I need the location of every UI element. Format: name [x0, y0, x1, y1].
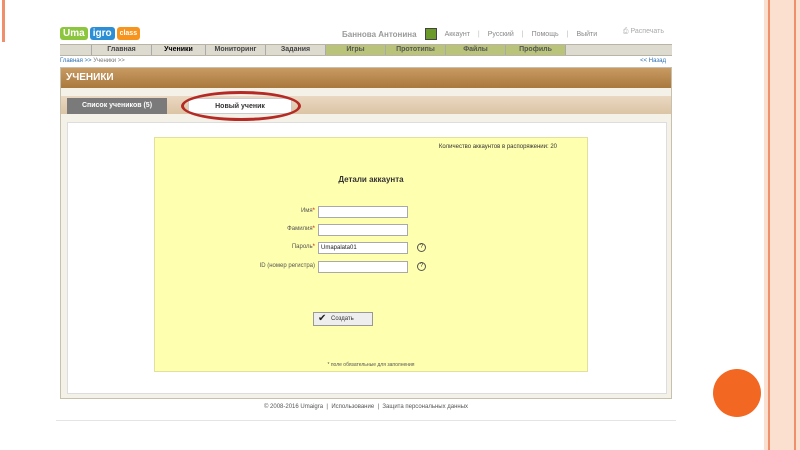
slide: Uma igro class Баннова Антонина Аккаунт … [0, 0, 800, 450]
deco-line [794, 0, 796, 450]
menu-item-monitoring[interactable]: Мониторинг [206, 45, 266, 55]
footer-link-privacy[interactable]: Защита персональных данных [382, 404, 468, 410]
tab-bar: Список учеников (5) Новый ученик [61, 91, 671, 121]
menu-item-tasks[interactable]: Задания [266, 45, 326, 55]
printer-icon: ⎙ [622, 28, 629, 35]
checkmark-icon: ✔ [318, 313, 327, 324]
divider [56, 420, 676, 421]
logo-part: class [116, 26, 141, 40]
menu-item-students[interactable]: Ученики [152, 45, 206, 55]
field-label: ID (номер регистра) [260, 263, 315, 269]
user-name: Баннова Антонина [342, 29, 417, 39]
slide-decoration-circle [713, 369, 761, 417]
page-title: УЧЕНИКИ [61, 68, 671, 88]
menu-item-home[interactable]: Главная [92, 45, 152, 55]
menu-item-profile[interactable]: Профиль [506, 45, 566, 55]
print-link[interactable]: ⎙ Распечать [623, 28, 664, 36]
create-button[interactable]: ✔ Создать [313, 312, 373, 326]
separator: | [566, 30, 569, 38]
top-bar: Uma igro class Баннова Антонина Аккаунт … [60, 26, 672, 44]
tab-content: Количество аккаунтов в распоряжении: 20 … [67, 122, 667, 394]
field-label: Пароль* [292, 244, 315, 250]
main-menu: Главная Ученики Мониторинг Задания Игры … [60, 44, 672, 56]
help-icon[interactable]: ? [417, 243, 426, 252]
id-input[interactable] [318, 261, 408, 273]
slide-decoration-right [764, 0, 800, 450]
back-link[interactable]: << Назад [640, 58, 666, 64]
language-link[interactable]: Русский [488, 31, 514, 38]
content-panel: УЧЕНИКИ Список учеников (5) Новый ученик… [60, 67, 672, 399]
account-link[interactable]: Аккаунт [445, 31, 470, 38]
account-form: Количество аккаунтов в распоряжении: 20 … [154, 137, 588, 372]
help-icon[interactable]: ? [417, 262, 426, 271]
menu-item-files[interactable]: Файлы [446, 45, 506, 55]
separator: | [521, 30, 524, 38]
required-note: * поле обязательные для заполнения [327, 362, 415, 368]
required-mark: * [312, 226, 315, 232]
logout-link[interactable]: Выйти [576, 31, 597, 38]
field-row-id: ID (номер регистра) ? [155, 261, 587, 273]
account-quota: Количество аккаунтов в распоряжении: 20 [438, 144, 557, 150]
help-link[interactable]: Помощь [532, 31, 559, 38]
label-text: Имя [300, 208, 313, 214]
menu-item-prototypes[interactable]: Прототипы [386, 45, 446, 55]
label-text: Пароль [291, 244, 313, 250]
copyright: © 2008-2016 Umaigra [263, 404, 324, 410]
breadcrumb-home[interactable]: Главная >> [60, 58, 92, 64]
create-label: Создать [331, 316, 354, 322]
form-title: Детали аккаунта [338, 175, 404, 184]
first-name-input[interactable] [318, 206, 408, 218]
separator: | [477, 30, 480, 38]
logo[interactable]: Uma igro class [60, 26, 141, 40]
password-input[interactable]: Umapalata01 [318, 242, 408, 254]
required-mark: * [312, 244, 315, 250]
user-bar: Баннова Антонина Аккаунт | Русский | Пом… [342, 28, 597, 40]
highlight-oval [181, 91, 301, 121]
print-label: Распечать [630, 28, 664, 35]
slide-decoration-left [2, 0, 5, 42]
field-label: Фамилия* [287, 226, 315, 232]
menu-spacer [60, 45, 92, 55]
menu-item-games[interactable]: Игры [326, 45, 386, 55]
tab-student-list[interactable]: Список учеников (5) [67, 98, 167, 114]
label-text: Фамилия [287, 226, 313, 232]
breadcrumb-current: Ученики >> [93, 58, 125, 64]
field-row-first-name: Имя* [155, 206, 587, 218]
footer-link-terms[interactable]: Использование [331, 404, 374, 410]
field-row-password: Пароль* Umapalata01 ? [155, 242, 587, 254]
logo-part: igro [89, 26, 115, 40]
footer: © 2008-2016 Umaigra | Использование | За… [263, 404, 469, 410]
avatar[interactable] [424, 28, 437, 40]
deco-line [768, 0, 770, 450]
logo-part: Uma [60, 26, 88, 40]
breadcrumb: Главная >> Ученики >> [60, 58, 125, 64]
last-name-input[interactable] [318, 224, 408, 236]
screenshot: Uma igro class Баннова Антонина Аккаунт … [56, 0, 676, 450]
field-label: Имя* [301, 208, 315, 214]
required-mark: * [312, 208, 315, 214]
label-text: ID (номер регистра) [259, 263, 315, 269]
field-row-last-name: Фамилия* [155, 224, 587, 236]
